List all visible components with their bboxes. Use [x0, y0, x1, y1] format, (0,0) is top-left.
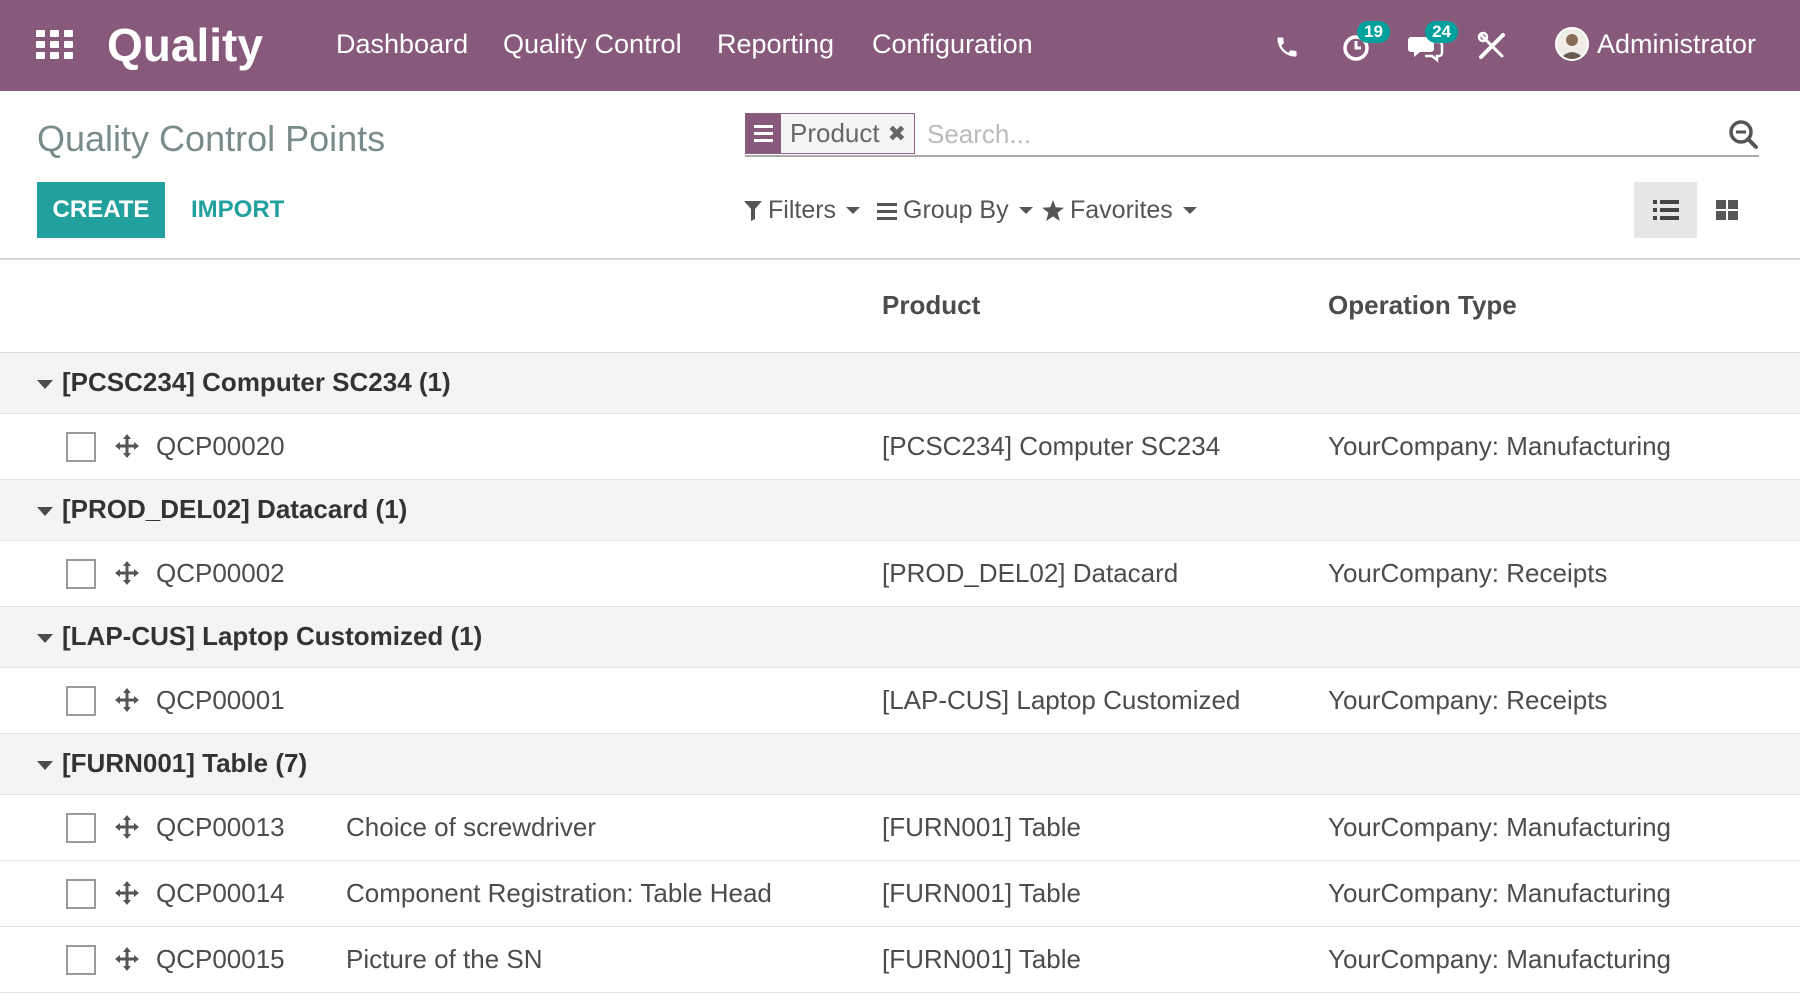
- menu-quality-control[interactable]: Quality Control: [503, 29, 682, 60]
- cell-reference: QCP00001: [156, 685, 285, 715]
- cell-product: [PROD_DEL02] Datacard: [882, 558, 1179, 588]
- search-bar: Product ✖: [745, 113, 1759, 157]
- filters-label: Filters: [768, 196, 837, 224]
- top-navbar: Quality Dashboard Quality Control Report…: [0, 0, 1800, 91]
- group-title: [PROD_DEL02] Datacard (1): [62, 494, 408, 524]
- group-by-dropdown[interactable]: Group By: [877, 196, 1033, 225]
- cell-operation-type: YourCompany: Receipts: [1328, 685, 1608, 715]
- table-row[interactable]: QCP00001 [LAP-CUS] Laptop Customized You…: [0, 668, 1800, 734]
- cell-title: Picture of the SN: [346, 944, 543, 974]
- row-checkbox[interactable]: [66, 432, 96, 462]
- activity-clock-icon[interactable]: 19: [1340, 21, 1390, 64]
- phone-icon[interactable]: [1270, 30, 1304, 64]
- cell-reference: QCP00002: [156, 558, 285, 588]
- drag-handle-icon[interactable]: [113, 813, 141, 841]
- group-row[interactable]: [FURN001] Table (7): [0, 734, 1800, 795]
- cell-operation-type: YourCompany: Manufacturing: [1328, 944, 1672, 974]
- caret-down-icon: [37, 507, 53, 516]
- search-facet[interactable]: Product ✖: [745, 113, 916, 154]
- cell-operation-type: YourCompany: Manufacturing: [1328, 812, 1672, 842]
- group-title: [PCSC234] Computer SC234 (1): [62, 367, 451, 397]
- menu-configuration[interactable]: Configuration: [872, 29, 1033, 60]
- create-button[interactable]: CREATE: [37, 182, 165, 238]
- kanban-view-icon[interactable]: [1695, 182, 1758, 238]
- table-header: Product Operation Type: [0, 260, 1800, 353]
- filters-dropdown[interactable]: Filters: [744, 196, 861, 225]
- cell-product: [FURN001] Table: [882, 944, 1081, 974]
- group-row[interactable]: [PCSC234] Computer SC234 (1): [0, 353, 1800, 414]
- debug-tools-icon[interactable]: [1476, 30, 1510, 64]
- group-title: [FURN001] Table (7): [62, 748, 308, 778]
- cell-operation-type: YourCompany: Manufacturing: [1328, 878, 1672, 908]
- row-checkbox[interactable]: [66, 945, 96, 975]
- table-row[interactable]: QCP00015 Picture of the SN [FURN001] Tab…: [0, 927, 1800, 993]
- group-by-label: Group By: [903, 196, 1009, 224]
- group-row[interactable]: [LAP-CUS] Laptop Customized (1): [0, 607, 1800, 668]
- app-brand[interactable]: Quality: [107, 18, 263, 72]
- menu-reporting[interactable]: Reporting: [717, 29, 834, 60]
- row-checkbox[interactable]: [66, 686, 96, 716]
- row-checkbox[interactable]: [66, 879, 96, 909]
- list-view: Product Operation Type [PCSC234] Compute…: [0, 260, 1800, 993]
- cell-reference: QCP00020: [156, 431, 285, 461]
- drag-handle-icon[interactable]: [113, 559, 141, 587]
- drag-handle-icon[interactable]: [113, 945, 141, 973]
- chevron-down-icon: [1018, 207, 1033, 214]
- cell-operation-type: YourCompany: Manufacturing: [1328, 431, 1672, 461]
- cell-product: [LAP-CUS] Laptop Customized: [882, 685, 1241, 715]
- cell-product: [FURN001] Table: [882, 878, 1081, 908]
- chevron-down-icon: [846, 207, 861, 214]
- group-by-icon: [877, 202, 897, 220]
- row-checkbox[interactable]: [66, 559, 96, 589]
- facet-label: Product: [790, 118, 880, 148]
- drag-handle-icon[interactable]: [113, 686, 141, 714]
- caret-down-icon: [37, 761, 53, 770]
- activity-badge: 19: [1357, 21, 1390, 43]
- star-icon: [1042, 200, 1064, 221]
- table-row[interactable]: QCP00002 [PROD_DEL02] Datacard YourCompa…: [0, 541, 1800, 607]
- group-by-facet-icon: [746, 114, 781, 153]
- favorites-label: Favorites: [1070, 196, 1173, 224]
- caret-down-icon: [37, 634, 53, 643]
- avatar: [1555, 27, 1589, 61]
- column-header-product[interactable]: Product: [882, 290, 980, 321]
- drag-handle-icon[interactable]: [113, 432, 141, 460]
- cell-operation-type: YourCompany: Receipts: [1328, 558, 1608, 588]
- group-title: [LAP-CUS] Laptop Customized (1): [62, 621, 483, 651]
- cell-title: Choice of screwdriver: [346, 812, 596, 842]
- apps-grid-icon[interactable]: [36, 30, 73, 60]
- cell-reference: QCP00013: [156, 812, 285, 842]
- table-row[interactable]: QCP00020 [PCSC234] Computer SC234 YourCo…: [0, 414, 1800, 480]
- cell-title: Component Registration: Table Head: [346, 878, 772, 908]
- cell-reference: QCP00015: [156, 944, 285, 974]
- search-input[interactable]: [927, 115, 1697, 153]
- column-header-operation-type[interactable]: Operation Type: [1328, 290, 1517, 321]
- menu-dashboard[interactable]: Dashboard: [336, 29, 468, 60]
- page-title: Quality Control Points: [37, 118, 386, 159]
- user-name: Administrator: [1597, 29, 1757, 59]
- cell-reference: QCP00014: [156, 878, 285, 908]
- table-row[interactable]: QCP00013 Choice of screwdriver [FURN001]…: [0, 795, 1800, 861]
- messages-badge: 24: [1425, 21, 1458, 43]
- cell-product: [FURN001] Table: [882, 812, 1081, 842]
- favorites-dropdown[interactable]: Favorites: [1042, 196, 1197, 225]
- group-row[interactable]: [PROD_DEL02] Datacard (1): [0, 480, 1800, 541]
- filter-icon: [744, 200, 762, 221]
- drag-handle-icon[interactable]: [113, 879, 141, 907]
- caret-down-icon: [37, 380, 53, 389]
- chevron-down-icon: [1182, 207, 1197, 214]
- search-icon[interactable]: [1727, 118, 1759, 150]
- row-checkbox[interactable]: [66, 813, 96, 843]
- cell-product: [PCSC234] Computer SC234: [882, 431, 1221, 461]
- table-row[interactable]: QCP00014 Component Registration: Table H…: [0, 861, 1800, 927]
- chat-icon[interactable]: 24: [1408, 21, 1458, 64]
- list-view-icon[interactable]: [1634, 182, 1697, 238]
- import-button[interactable]: IMPORT: [191, 182, 284, 238]
- facet-remove-icon[interactable]: ✖: [888, 114, 914, 153]
